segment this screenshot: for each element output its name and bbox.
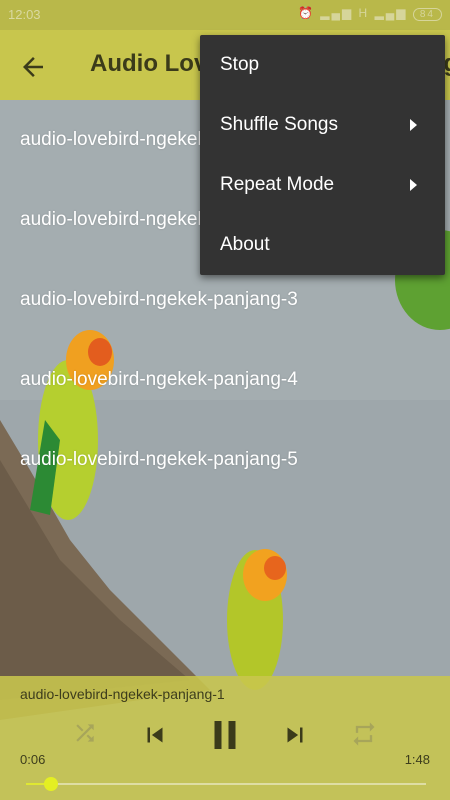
repeat-button[interactable] (350, 720, 378, 753)
pause-icon (214, 721, 236, 749)
seek-bar[interactable] (26, 777, 426, 791)
overflow-menu: Stop Shuffle Songs Repeat Mode About (200, 35, 445, 275)
player-panel: audio-lovebird-ngekek-panjang-1 0:06 1:4… (0, 676, 450, 800)
previous-button[interactable] (140, 720, 170, 755)
chevron-right-icon (410, 179, 417, 191)
menu-item-label: Shuffle Songs (220, 114, 338, 135)
menu-item-label: Repeat Mode (220, 174, 335, 195)
status-time: 12:03 (8, 7, 41, 22)
menu-item-label: Stop (220, 54, 260, 75)
back-button[interactable] (18, 52, 48, 82)
menu-item-label: About (220, 234, 270, 255)
arrow-left-icon (23, 57, 43, 77)
chevron-right-icon (410, 119, 417, 131)
alarm-icon: ⏰ (297, 6, 315, 20)
signal-icon: ▂▄▆ (320, 6, 354, 20)
menu-item-about[interactable]: About (200, 215, 445, 275)
total-time: 1:48 (404, 752, 430, 767)
shuffle-icon (76, 724, 94, 742)
skip-previous-icon (147, 727, 163, 743)
menu-item-shuffle[interactable]: Shuffle Songs (200, 95, 445, 155)
seek-thumb[interactable] (44, 777, 59, 791)
current-time: 0:06 (20, 752, 46, 767)
signal-icon-2: ▂▄▆ (374, 6, 408, 20)
skip-next-icon (287, 727, 303, 743)
network-type: H (358, 6, 370, 20)
shuffle-button[interactable] (72, 720, 98, 751)
status-bar: 12:03 ⏰ ▂▄▆ H ▂▄▆ 84 (0, 0, 450, 30)
next-button[interactable] (280, 720, 310, 755)
menu-item-stop[interactable]: Stop (200, 35, 445, 95)
menu-item-repeat[interactable]: Repeat Mode (200, 155, 445, 215)
status-icons: ⏰ ▂▄▆ H ▂▄▆ 84 (298, 6, 442, 21)
now-playing-title: audio-lovebird-ngekek-panjang-1 (20, 686, 225, 702)
repeat-icon (353, 722, 375, 746)
battery-icon: 84 (412, 8, 442, 21)
list-item[interactable]: audio-lovebird-ngekek-panjang-5 (0, 420, 450, 500)
pause-button[interactable] (204, 714, 246, 761)
list-item[interactable]: audio-lovebird-ngekek-panjang-4 (0, 340, 450, 420)
